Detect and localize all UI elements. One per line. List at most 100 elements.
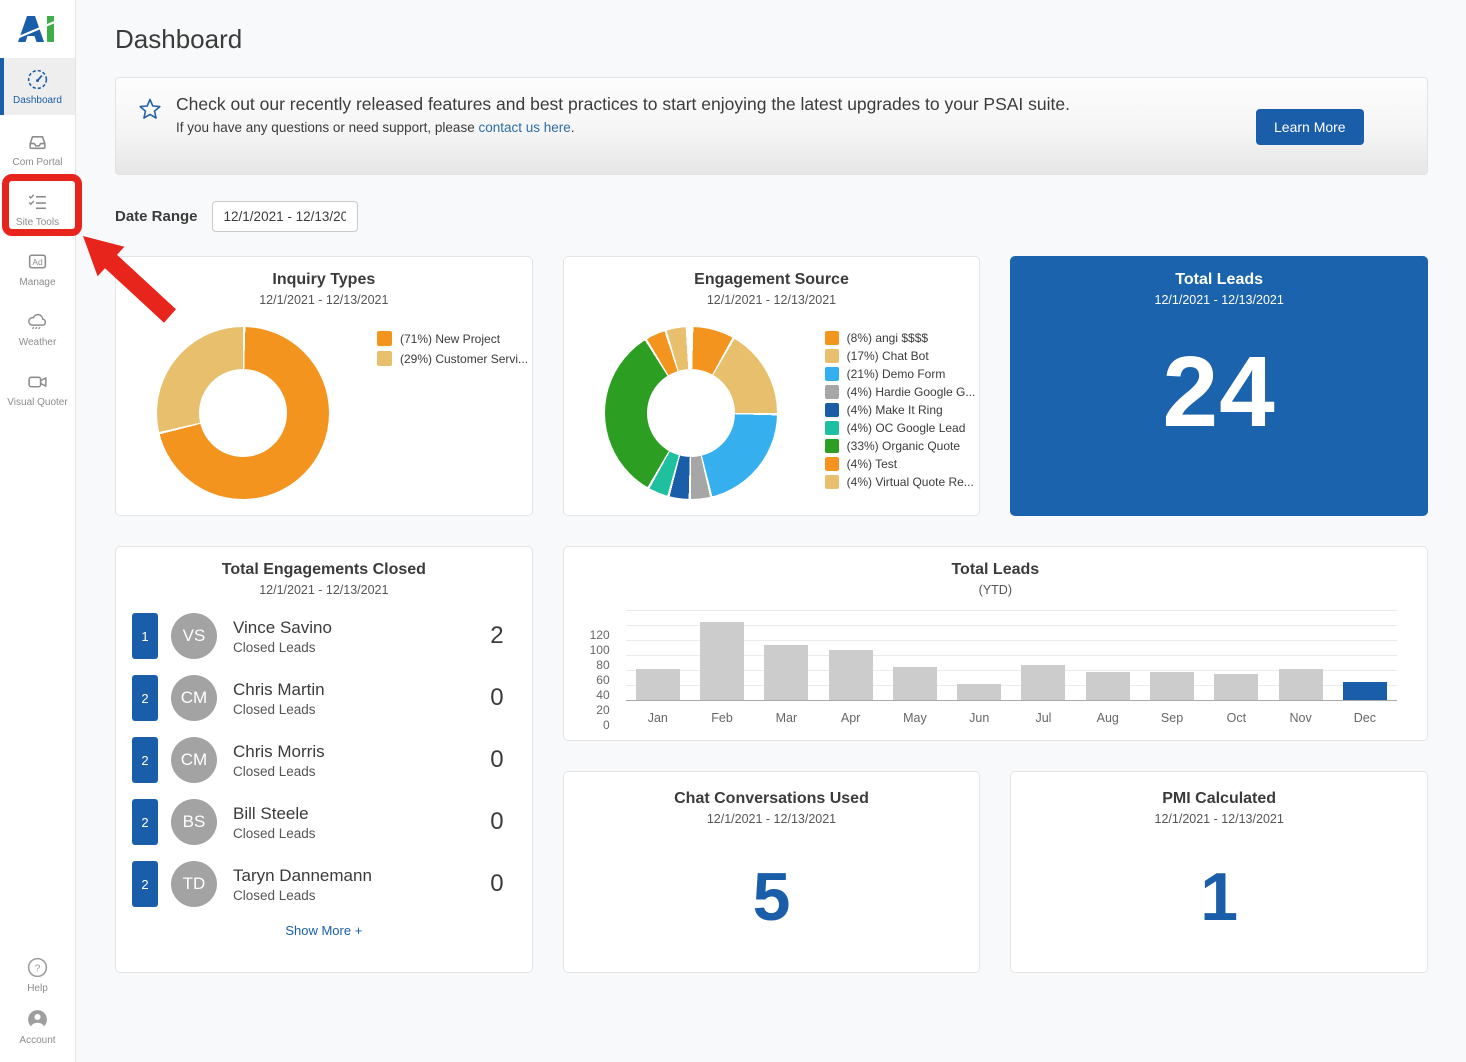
inbox-icon [26,130,49,153]
main-content: Dashboard Check out our recently release… [76,0,1466,1062]
bar-slot [947,684,1011,700]
bar [893,667,937,700]
cards-grid: Inquiry Types 12/1/2021 - 12/13/2021 (71… [115,256,1428,973]
inquiry-types-donut-chart [157,327,329,499]
legend-swatch [825,421,839,435]
gauge-icon [26,68,49,91]
bar-slot [690,622,754,700]
card-subtitle: 12/1/2021 - 12/13/2021 [116,583,532,597]
card-title: Inquiry Types [116,271,532,289]
avatar: VS [171,613,217,659]
legend-swatch [825,367,839,381]
bar [1343,682,1387,700]
x-tick-label: Jan [626,711,690,725]
x-tick-label: Dec [1333,711,1397,725]
sidebar-item-dashboard[interactable]: Dashboard [0,58,75,115]
legend-label: (8%) angi $$$$ [847,331,928,345]
inquiry-types-card: Inquiry Types 12/1/2021 - 12/13/2021 (71… [115,256,533,516]
x-tick-label: Sep [1140,711,1204,725]
contact-us-link[interactable]: contact us here [478,120,570,135]
sidebar-item-com-portal[interactable]: Com Portal [0,123,75,175]
rank-badge: 2 [132,737,158,783]
legend-item: (8%) angi $$$$ [825,331,976,345]
legend-label: (4%) OC Google Lead [847,421,966,435]
engagement-row: 2CMChris MartinClosed Leads0 [132,675,504,721]
date-range-row: Date Range [115,201,1428,232]
app-logo[interactable] [0,0,75,58]
bar-slot [1333,682,1397,700]
legend-item: (71%) New Project [377,331,528,346]
card-title: Total Leads [1011,271,1427,289]
pmi-calculated-value: 1 [1011,858,1427,936]
total-leads-value: 24 [1011,335,1427,450]
rank-badge: 2 [132,675,158,721]
avatar: BS [171,799,217,845]
chat-conversations-value: 5 [564,858,980,936]
person-name: Taryn Dannemann [233,866,490,886]
engagement-source-donut-chart [605,327,777,499]
x-tick-label: Aug [1076,711,1140,725]
legend-item: (4%) Virtual Quote Re... [825,475,976,489]
person-name: Bill Steele [233,804,490,824]
bar [764,645,808,700]
date-range-input[interactable] [212,201,358,232]
star-icon [138,97,162,121]
ai-logo-icon [18,16,58,43]
sidebar-item-weather[interactable]: Weather [0,303,75,355]
card-subtitle: (YTD) [564,583,1427,597]
y-tick-label: 60 [570,673,610,687]
legend-item: (29%) Customer Servi... [377,351,528,366]
bar-slot [1268,669,1332,700]
pmi-calculated-card: PMI Calculated 12/1/2021 - 12/13/2021 1 [1010,771,1428,973]
sidebar-item-label: Help [27,983,48,994]
bar [1214,674,1258,700]
bar-slot [819,650,883,700]
sidebar-item-label: Dashboard [13,95,62,106]
account-icon [26,1008,49,1031]
legend-label: (71%) New Project [400,332,500,346]
closed-leads-count: 2 [490,622,503,650]
bar [1021,665,1065,700]
card-title: Total Leads [564,561,1427,579]
learn-more-button[interactable]: Learn More [1256,109,1364,145]
legend-label: (4%) Make It Ring [847,403,943,417]
avatar: CM [171,675,217,721]
svg-text:?: ? [35,963,41,974]
sidebar-item-visual-quoter[interactable]: Visual Quoter [0,363,75,415]
banner-message: Check out our recently released features… [176,93,1236,117]
legend-swatch [825,457,839,471]
bar-slot [1011,665,1075,700]
sidebar-item-label: Manage [19,277,55,288]
bar [1279,669,1323,700]
card-subtitle: 12/1/2021 - 12/13/2021 [1011,293,1427,307]
card-subtitle: 12/1/2021 - 12/13/2021 [564,812,980,826]
show-more-link[interactable]: Show More + [116,923,532,938]
rank-badge: 2 [132,799,158,845]
bar [957,684,1001,700]
bar-slot [754,645,818,700]
x-axis-labels: JanFebMarAprMayJunJulAugSepOctNovDec [626,711,1397,725]
closed-leads-count: 0 [490,808,503,836]
bar-slot [1204,674,1268,700]
y-axis-labels: 020406080100120 [576,611,616,725]
total-leads-ytd-chart: 020406080100120 JanFebMarAprMayJunJulAug… [626,611,1397,725]
chat-conversations-card: Chat Conversations Used 12/1/2021 - 12/1… [563,771,981,973]
avatar: CM [171,737,217,783]
sidebar-item-site-tools[interactable]: Site Tools [0,183,75,235]
legend-swatch [825,403,839,417]
person-name: Vince Savino [233,618,490,638]
legend-swatch [377,331,392,346]
legend-swatch [825,349,839,363]
card-title: Total Engagements Closed [116,561,532,579]
legend-label: (17%) Chat Bot [847,349,929,363]
banner-support-line: If you have any questions or need suppor… [176,120,1236,135]
legend-item: (4%) Test [825,457,976,471]
y-tick-label: 80 [570,658,610,672]
sidebar-item-help[interactable]: ? Help [0,952,75,998]
x-tick-label: Apr [819,711,883,725]
sidebar-item-manage[interactable]: Ad Manage [0,243,75,295]
sidebar-item-account[interactable]: Account [0,1004,75,1050]
card-title: Chat Conversations Used [564,790,980,808]
total-leads-ytd-card: Total Leads (YTD) 020406080100120 JanFeb… [563,546,1428,741]
engagement-row: 1VSVince SavinoClosed Leads2 [132,613,504,659]
